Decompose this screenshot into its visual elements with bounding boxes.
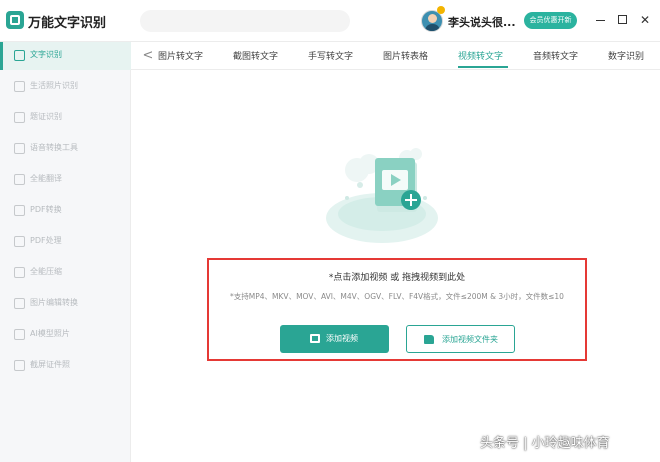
sidebar-item-label: PDF转换 bbox=[30, 205, 62, 214]
sidebar-item-label: 截屏证件照 bbox=[30, 360, 70, 369]
microphone-icon bbox=[14, 143, 25, 154]
tab-screenshot-to-text[interactable]: 截图转文字 bbox=[233, 49, 278, 62]
tab-image-to-table[interactable]: 图片转表格 bbox=[383, 49, 428, 62]
sidebar-item-pdf-process[interactable]: PDF处理 bbox=[0, 228, 131, 256]
sidebar-item-voice-tools[interactable]: 语音转换工具 bbox=[0, 135, 131, 163]
text-recognition-icon bbox=[14, 50, 25, 61]
pdf-convert-icon bbox=[14, 205, 25, 216]
sidebar-item-photo-recognition[interactable]: 生活照片识别 bbox=[0, 73, 131, 101]
minimize-button[interactable] bbox=[594, 12, 608, 28]
active-tab-indicator bbox=[458, 66, 508, 68]
tab-audio-to-text[interactable]: 音频转文字 bbox=[533, 49, 578, 62]
ai-photo-icon bbox=[14, 329, 25, 340]
add-video-label: 添加视频 bbox=[326, 334, 358, 343]
add-video-button[interactable]: 添加视频 bbox=[280, 325, 389, 353]
id-card-icon bbox=[14, 112, 25, 123]
sidebar-item-label: 生活照片识别 bbox=[30, 81, 78, 90]
translate-icon bbox=[14, 174, 25, 185]
watermark: 头条号 | 小玲趣味体育 bbox=[480, 436, 610, 451]
sidebar-item-ai-photo[interactable]: AI模型照片 bbox=[0, 321, 131, 349]
pdf-icon bbox=[14, 236, 25, 247]
sidebar-item-label: 语音转换工具 bbox=[30, 143, 78, 152]
close-button[interactable]: ✕ bbox=[638, 12, 652, 28]
sidebar-item-label: 文字识别 bbox=[30, 50, 62, 59]
add-video-folder-button[interactable]: 添加视频文件夹 bbox=[406, 325, 515, 353]
upload-drop-zone[interactable]: *点击添加视频 或 拖拽视频到此处 *支持MP4、MKV、MOV、AVI、M4V… bbox=[207, 258, 587, 361]
sidebar-item-label: 题证识别 bbox=[30, 112, 62, 121]
video-icon bbox=[310, 334, 320, 343]
sidebar-item-label: 图片编辑转换 bbox=[30, 298, 78, 307]
tab-digit-recognition[interactable]: 数字识别 bbox=[608, 49, 644, 62]
add-folder-label: 添加视频文件夹 bbox=[442, 335, 498, 344]
sidebar: 文字识别 生活照片识别 题证识别 语音转换工具 全能翻译 PDF转换 PDF处理… bbox=[0, 42, 131, 462]
sidebar-item-label: 全能压缩 bbox=[30, 267, 62, 276]
sidebar-item-label: PDF处理 bbox=[30, 236, 62, 245]
sidebar-item-id-recognition[interactable]: 题证识别 bbox=[0, 104, 131, 132]
supported-formats-hint: *支持MP4、MKV、MOV、AVI、M4V、OGV、FLV、F4V格式，文件≤… bbox=[230, 292, 564, 301]
video-upload-icon[interactable] bbox=[325, 140, 440, 248]
chevron-left-icon[interactable]: < bbox=[141, 47, 155, 65]
upload-instructions: *点击添加视频 或 拖拽视频到此处 bbox=[328, 273, 466, 283]
app-logo-icon bbox=[6, 11, 24, 29]
id-photo-icon bbox=[14, 360, 25, 371]
tab-handwriting-to-text[interactable]: 手写转文字 bbox=[308, 49, 353, 62]
app-title: 万能文字识别 bbox=[28, 16, 107, 31]
username[interactable]: 李头说头很... bbox=[448, 14, 516, 30]
vip-offer-button[interactable]: 会员优惠开新 bbox=[524, 12, 577, 29]
title-bar: 万能文字识别 李头说头很... 会员优惠开新 ✕ bbox=[0, 0, 660, 42]
sidebar-item-pdf-convert[interactable]: PDF转换 bbox=[0, 197, 131, 225]
sidebar-item-label: 全能翻译 bbox=[30, 174, 62, 183]
photo-icon bbox=[14, 81, 25, 92]
tab-video-to-text[interactable]: 视频转文字 bbox=[458, 49, 503, 62]
sidebar-item-translate[interactable]: 全能翻译 bbox=[0, 166, 131, 194]
compress-icon bbox=[14, 267, 25, 278]
image-edit-icon bbox=[14, 298, 25, 309]
sidebar-item-image-edit[interactable]: 图片编辑转换 bbox=[0, 290, 131, 318]
tab-bar: < 图片转文字 截图转文字 手写转文字 图片转表格 视频转文字 音频转文字 数字… bbox=[131, 42, 660, 70]
tab-image-to-text[interactable]: 图片转文字 bbox=[158, 49, 203, 62]
sidebar-item-text-recognition[interactable]: 文字识别 bbox=[0, 42, 131, 70]
sidebar-item-compress[interactable]: 全能压缩 bbox=[0, 259, 131, 287]
folder-icon bbox=[424, 335, 434, 344]
vip-badge-icon bbox=[437, 6, 445, 14]
sidebar-item-label: AI模型照片 bbox=[30, 329, 70, 338]
sidebar-item-id-photo[interactable]: 截屏证件照 bbox=[0, 352, 131, 380]
search-input[interactable] bbox=[140, 10, 350, 32]
maximize-button[interactable] bbox=[616, 12, 630, 28]
